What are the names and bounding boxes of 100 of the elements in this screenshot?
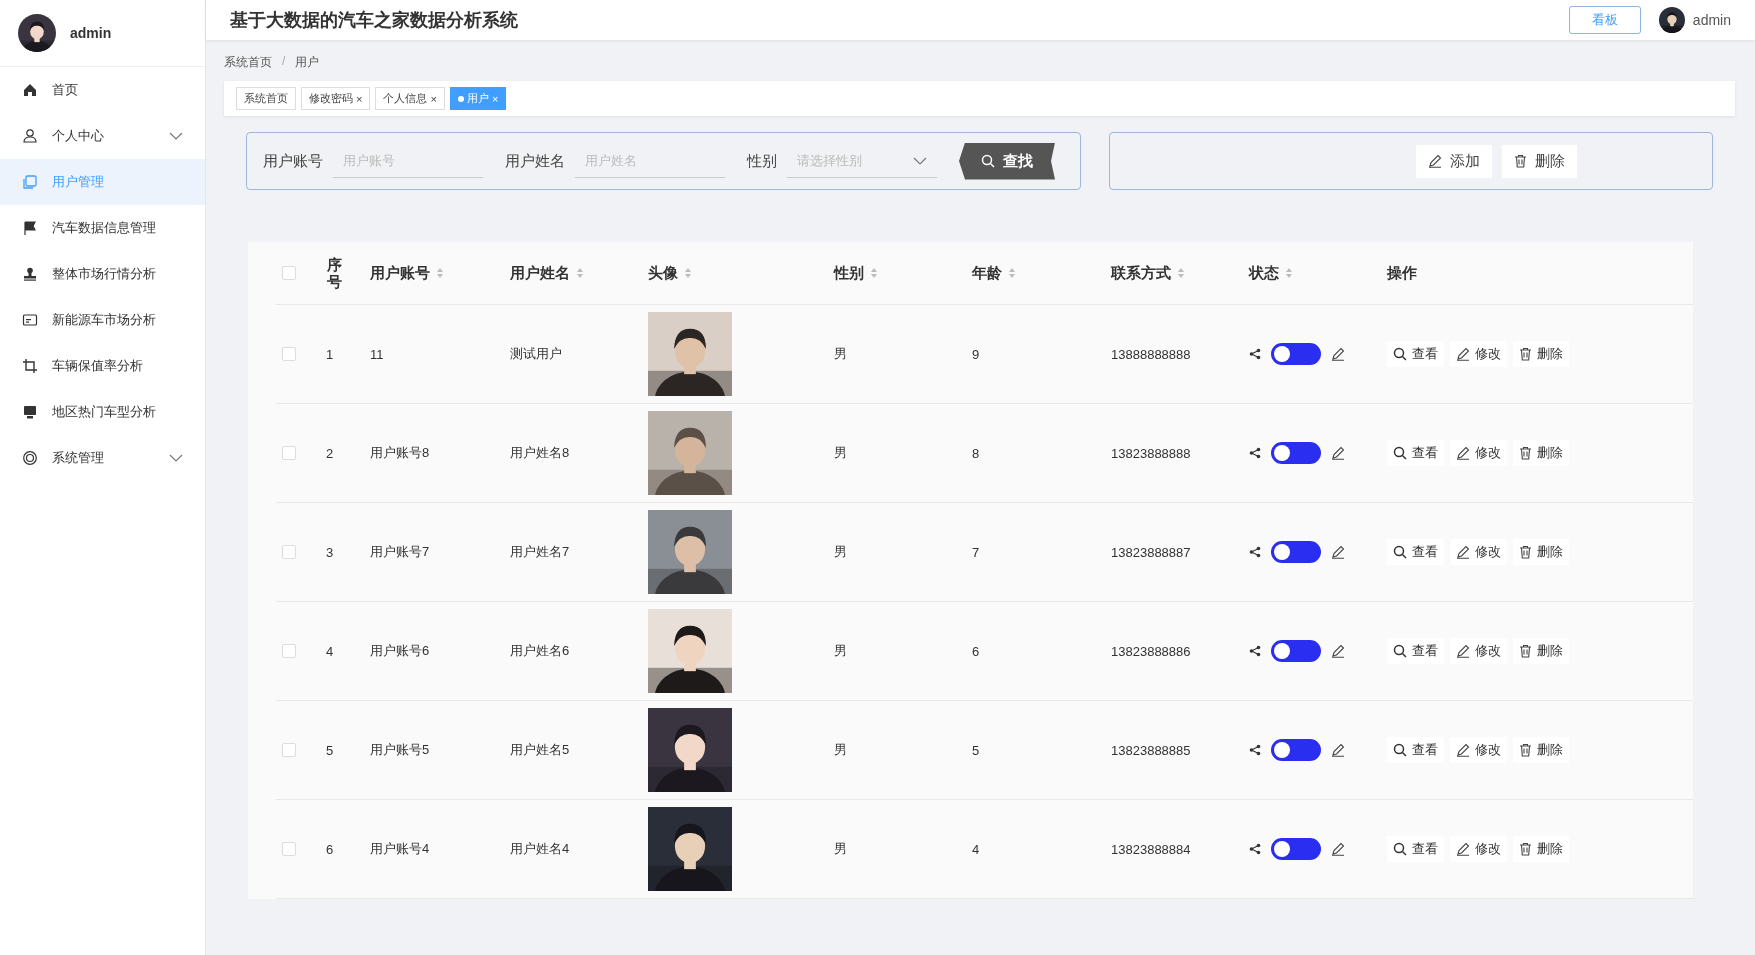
tab[interactable]: 系统首页 <box>236 87 296 110</box>
row-checkbox[interactable] <box>282 545 296 559</box>
table-cell-text: 13823888884 <box>1111 841 1192 857</box>
status-switch[interactable] <box>1271 541 1321 563</box>
add-button[interactable]: 添加 <box>1415 144 1492 178</box>
pencil-icon <box>1456 743 1470 757</box>
table-cell-text: 11 <box>370 346 385 362</box>
share-icon[interactable] <box>1249 843 1261 855</box>
tab[interactable]: 个人信息 × <box>375 87 445 110</box>
column-header: 头像 <box>648 263 678 283</box>
chevron-icon <box>913 156 927 165</box>
row-checkbox[interactable] <box>282 743 296 757</box>
column-header: 操作 <box>1387 263 1417 283</box>
table-cell-text: 用户账号7 <box>370 543 431 561</box>
sort-icon[interactable] <box>1177 267 1185 279</box>
delete-button[interactable]: 删除 <box>1513 836 1569 862</box>
status-switch[interactable] <box>1271 343 1321 365</box>
status-switch[interactable] <box>1271 442 1321 464</box>
table-cell-text: 2 <box>326 445 335 461</box>
sidebar-item[interactable]: 首页 <box>0 67 205 113</box>
table-cell-text: 9 <box>972 346 981 362</box>
view-button[interactable]: 查看 <box>1387 836 1444 862</box>
table-cell-text: 13888888888 <box>1111 346 1192 362</box>
tab[interactable]: 修改密码 × <box>301 87 371 110</box>
table-cell-text: 用户账号5 <box>370 741 431 759</box>
table-cell-text: 13823888887 <box>1111 544 1192 560</box>
sidebar-item[interactable]: 整体市场行情分析 <box>0 251 205 297</box>
column-header: 性别 <box>834 263 864 283</box>
share-icon[interactable] <box>1249 744 1261 756</box>
share-icon[interactable] <box>1249 546 1261 558</box>
table-cell-text: 用户姓名8 <box>510 444 571 462</box>
table-cell-text: 3 <box>326 544 335 560</box>
sort-icon[interactable] <box>576 267 584 279</box>
pencil-icon <box>1331 545 1345 559</box>
share-icon[interactable] <box>1249 645 1261 657</box>
home-icon <box>22 82 38 98</box>
delete-button[interactable]: 删除 <box>1513 440 1569 466</box>
pencil-icon <box>1427 154 1442 168</box>
view-button[interactable]: 查看 <box>1387 440 1444 466</box>
view-button[interactable]: 查看 <box>1387 638 1444 664</box>
edit-button[interactable]: 修改 <box>1450 836 1507 862</box>
sidebar-item[interactable]: 系统管理 <box>0 435 205 481</box>
ring-icon <box>22 450 38 466</box>
edit-button[interactable]: 修改 <box>1450 638 1507 664</box>
table-cell-text: 男 <box>834 642 848 660</box>
select-all-checkbox[interactable] <box>282 266 296 280</box>
edit-button[interactable]: 修改 <box>1450 341 1507 367</box>
delete-button[interactable]: 删除 <box>1513 341 1569 367</box>
field-label: 用户账号 <box>263 151 323 171</box>
sort-icon[interactable] <box>1008 267 1016 279</box>
sort-icon[interactable] <box>870 267 878 279</box>
breadcrumb-item: 用户 <box>295 54 320 71</box>
search-icon <box>1393 347 1407 361</box>
share-icon[interactable] <box>1249 447 1261 459</box>
search-icon <box>1393 644 1407 658</box>
table-cell-text: 用户账号8 <box>370 444 431 462</box>
delete-button[interactable]: 删除 <box>1501 144 1577 178</box>
sort-icon[interactable] <box>436 267 444 279</box>
copy-icon <box>22 174 38 190</box>
sort-icon[interactable] <box>1285 267 1293 279</box>
pencil-icon <box>1331 446 1345 460</box>
sidebar-item[interactable]: 汽车数据信息管理 <box>0 205 205 251</box>
search-button[interactable]: 查找 <box>959 142 1055 180</box>
share-icon[interactable] <box>1249 348 1261 360</box>
delete-button[interactable]: 删除 <box>1513 737 1569 763</box>
search-icon <box>1393 743 1407 757</box>
pencil-icon <box>1331 644 1345 658</box>
column-header: 状态 <box>1249 263 1279 283</box>
edit-button[interactable]: 修改 <box>1450 539 1507 565</box>
row-checkbox[interactable] <box>282 347 296 361</box>
table-cell-text: 用户姓名7 <box>510 543 571 561</box>
sidebar-item[interactable]: 地区热门车型分析 <box>0 389 205 435</box>
stamp-icon <box>22 266 38 282</box>
row-checkbox[interactable] <box>282 446 296 460</box>
sidebar-item[interactable]: 车辆保值率分析 <box>0 343 205 389</box>
status-switch[interactable] <box>1271 739 1321 761</box>
table-cell-text: 1 <box>326 346 335 362</box>
status-switch[interactable] <box>1271 838 1321 860</box>
breadcrumb-item[interactable]: 系统首页 <box>224 54 272 71</box>
table-cell-text: 男 <box>834 543 848 561</box>
sidebar-item[interactable]: 新能源车市场分析 <box>0 297 205 343</box>
table-cell-text: 4 <box>326 643 335 659</box>
delete-button[interactable]: 删除 <box>1513 539 1569 565</box>
user-menu[interactable]: admin <box>1692 12 1731 28</box>
edit-button[interactable]: 修改 <box>1450 440 1507 466</box>
view-button[interactable]: 查看 <box>1387 341 1444 367</box>
sort-icon[interactable] <box>684 267 692 279</box>
edit-button[interactable]: 修改 <box>1450 737 1507 763</box>
delete-button[interactable]: 删除 <box>1513 638 1569 664</box>
view-button[interactable]: 查看 <box>1387 737 1444 763</box>
status-switch[interactable] <box>1271 640 1321 662</box>
view-button[interactable]: 查看 <box>1387 539 1444 565</box>
sidebar-item[interactable]: 个人中心 <box>0 113 205 159</box>
row-checkbox[interactable] <box>282 842 296 856</box>
column-header: 年龄 <box>972 263 1002 283</box>
row-checkbox[interactable] <box>282 644 296 658</box>
trash-icon <box>1519 446 1532 460</box>
trash-icon <box>1519 743 1532 757</box>
table-cell-text: 6 <box>972 643 981 659</box>
column-header: 用户账号 <box>370 263 430 283</box>
